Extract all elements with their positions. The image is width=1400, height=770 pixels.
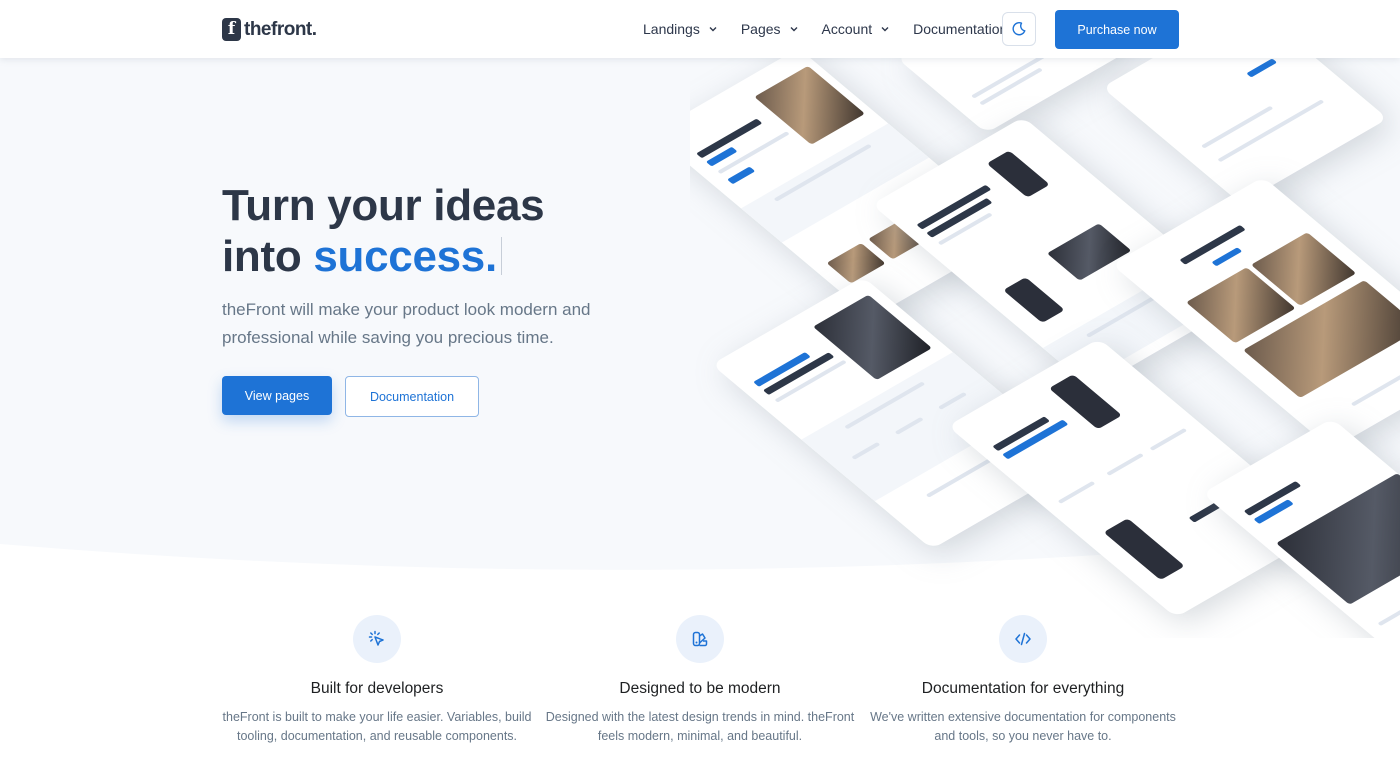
logo-mark: f <box>222 18 241 41</box>
hero-subtitle: theFront will make your product look mod… <box>222 300 591 347</box>
typing-caret <box>500 237 502 275</box>
theme-toggle-button[interactable] <box>1002 12 1036 46</box>
feature-icon-wrap <box>676 615 724 663</box>
feature-design: Designed to be modern Designed with the … <box>540 615 860 746</box>
moon-icon <box>1012 22 1026 36</box>
nav-item-label: Account <box>821 21 873 37</box>
feature-icon-wrap <box>999 615 1047 663</box>
code-icon <box>1015 632 1031 646</box>
nav-item-label: Documentation <box>913 21 1008 37</box>
feature-icon-wrap <box>353 615 401 663</box>
nav-item-label: Landings <box>643 21 700 37</box>
purchase-now-button[interactable]: Purchase now <box>1055 10 1179 49</box>
feature-documentation: Documentation for everything We've writt… <box>863 615 1183 746</box>
nav-item-documentation[interactable]: Documentation <box>913 21 1007 37</box>
site-header: f thefront. Landings Pages Account Docum… <box>0 0 1400 58</box>
main-nav: Landings Pages Account Documentation <box>643 0 1007 58</box>
template-preview-collage <box>690 58 1400 638</box>
chevron-down-icon <box>790 27 798 32</box>
feature-title: Documentation for everything <box>921 680 1125 697</box>
nav-item-account[interactable]: Account <box>822 21 891 37</box>
feature-title: Built for developers <box>310 680 444 697</box>
feature-description: theFront is built to make your life easi… <box>222 710 532 743</box>
documentation-button[interactable]: Documentation <box>345 376 479 417</box>
feature-developers: Built for developers theFront is built t… <box>217 615 537 746</box>
feature-description: Designed with the latest design trends i… <box>545 710 855 743</box>
hero-title-line2-prefix: into <box>222 232 314 281</box>
chevron-down-icon <box>881 27 889 32</box>
nav-item-pages[interactable]: Pages <box>741 21 799 37</box>
hero-title-line1: Turn your ideas <box>222 181 545 230</box>
hero-title-accent: success. <box>313 232 497 281</box>
palette-icon <box>692 631 708 647</box>
view-pages-button[interactable]: View pages <box>222 376 332 415</box>
hero-title: Turn your ideas into success. <box>222 180 545 282</box>
chevron-down-icon <box>709 27 717 32</box>
logo[interactable]: f thefront. <box>222 18 317 41</box>
feature-title: Designed to be modern <box>619 680 781 697</box>
nav-item-landings[interactable]: Landings <box>643 21 718 37</box>
nav-item-label: Pages <box>740 21 781 37</box>
feature-description: We've written extensive documentation fo… <box>870 710 1176 743</box>
preview-pricing <box>1102 58 1388 204</box>
logo-text: thefront. <box>244 18 317 40</box>
cursor-click-icon <box>368 630 384 646</box>
